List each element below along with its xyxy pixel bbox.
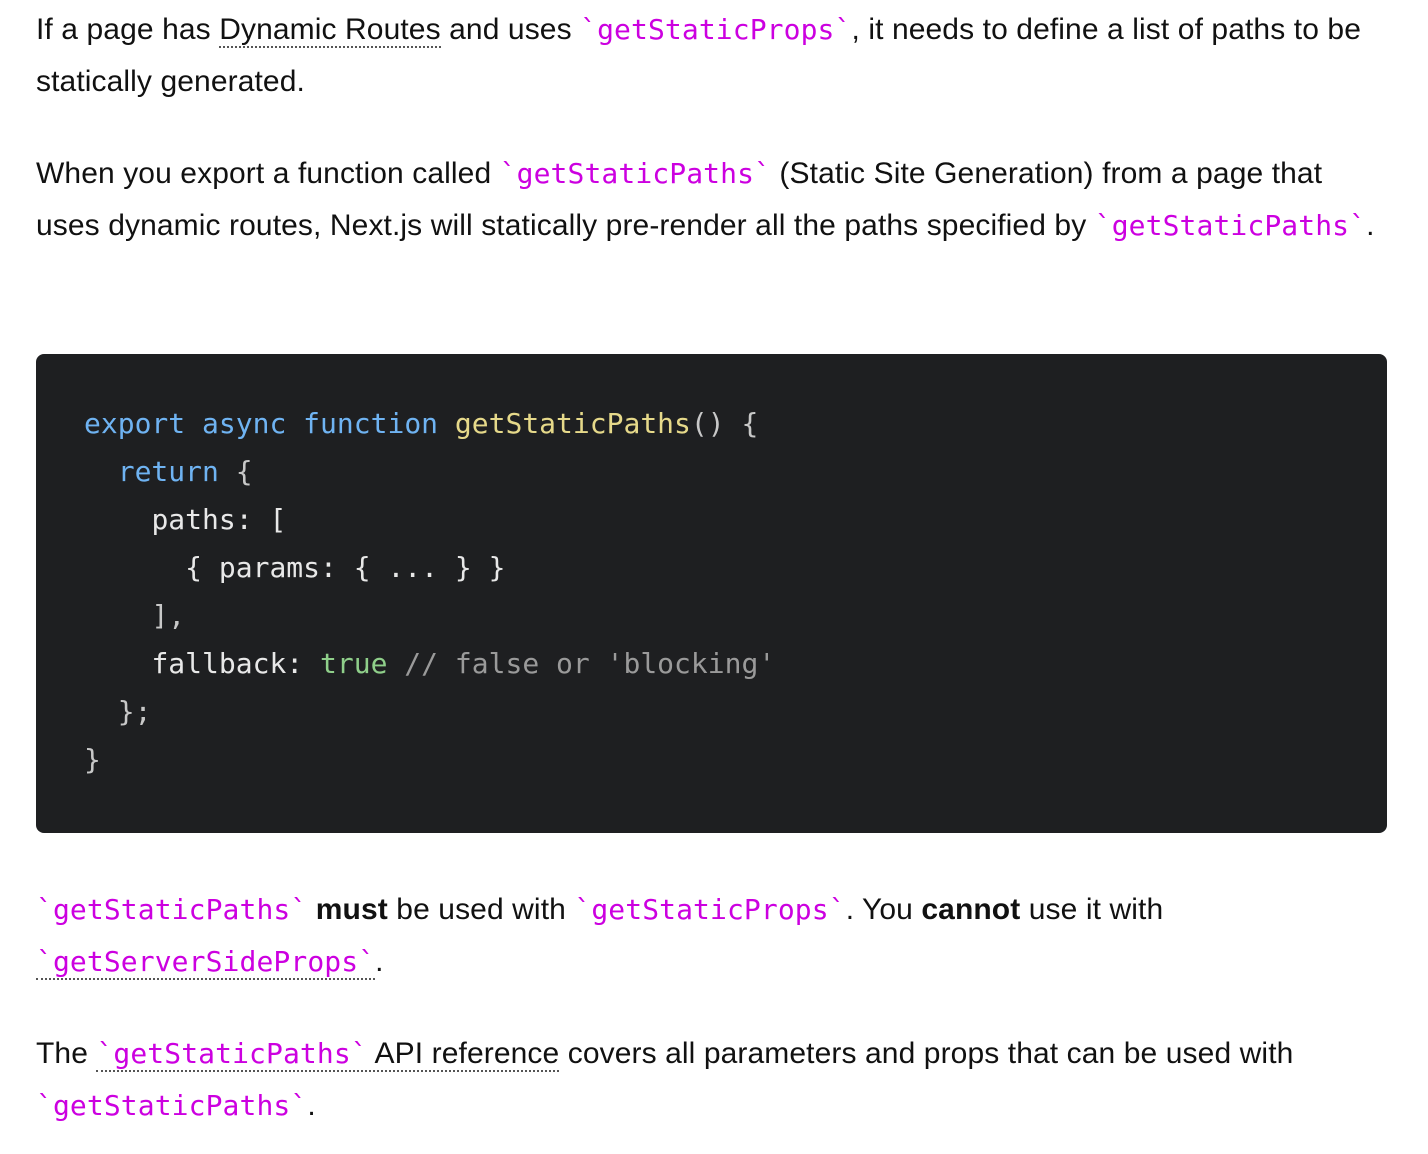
inline-code-getServerSideProps: `getServerSideProps` xyxy=(36,945,376,978)
text: The xyxy=(36,1037,97,1070)
paragraph-api-reference: The `getStaticPaths` API reference cover… xyxy=(36,1028,1392,1132)
paragraph-dynamic-routes: If a page has Dynamic Routes and uses `g… xyxy=(36,4,1392,108)
text: covers all parameters and props that can… xyxy=(559,1037,1294,1070)
code-comment: // false or 'blocking' xyxy=(387,647,776,680)
code-punct: }; xyxy=(117,695,152,728)
inline-code-getStaticProps: `getStaticProps` xyxy=(580,13,852,46)
text: and uses xyxy=(440,13,581,46)
inline-code-getStaticPaths: `getStaticPaths` xyxy=(96,1037,368,1070)
bold-cannot: cannot xyxy=(921,893,1021,926)
code-punct: ], xyxy=(151,599,186,632)
text: use it with xyxy=(1020,893,1164,926)
text: . xyxy=(1366,209,1375,242)
text: . You xyxy=(845,893,922,926)
text: When you export a function called xyxy=(36,157,500,190)
text: be used with xyxy=(387,893,575,926)
api-reference-link[interactable]: `getStaticPaths` API reference xyxy=(96,1037,560,1072)
getServerSideProps-link[interactable]: `getServerSideProps` xyxy=(36,945,376,980)
keyword-return: return xyxy=(117,455,219,488)
inline-code-getStaticPaths: `getStaticPaths` xyxy=(499,157,771,190)
inline-code-getStaticPaths: `getStaticPaths` xyxy=(1094,209,1367,242)
link-text: API reference xyxy=(367,1037,560,1070)
text: . xyxy=(375,945,384,978)
keyword-async: async xyxy=(202,407,287,440)
inline-code-getStaticPaths: `getStaticPaths` xyxy=(36,1089,308,1122)
keyword-export: export xyxy=(84,407,186,440)
code-params-line: { params: { ... } } xyxy=(185,551,506,584)
bold-must: must xyxy=(315,893,388,926)
code-fallback-key: fallback: xyxy=(151,647,321,680)
paragraph-usage-rule: `getStaticPaths` must be used with `getS… xyxy=(36,884,1392,988)
function-name: getStaticPaths xyxy=(454,407,691,440)
code-punct: () { xyxy=(690,407,759,440)
code-paths-line: paths: [ xyxy=(151,503,287,536)
inline-code-getStaticPaths: `getStaticPaths` xyxy=(36,893,308,926)
code-listing: export async function getStaticPaths() {… xyxy=(84,400,1387,784)
code-punct: { xyxy=(218,455,253,488)
inline-code-getStaticProps: `getStaticProps` xyxy=(574,893,846,926)
dynamic-routes-link[interactable]: Dynamic Routes xyxy=(219,13,441,48)
text: If a page has xyxy=(36,13,220,46)
paragraph-getStaticPaths-intro: When you export a function called `getSt… xyxy=(36,148,1392,252)
keyword-function: function xyxy=(303,407,439,440)
code-boolean-true: true xyxy=(320,647,388,680)
code-block[interactable]: export async function getStaticPaths() {… xyxy=(36,354,1387,833)
text: . xyxy=(307,1089,316,1122)
code-punct: } xyxy=(84,743,101,776)
